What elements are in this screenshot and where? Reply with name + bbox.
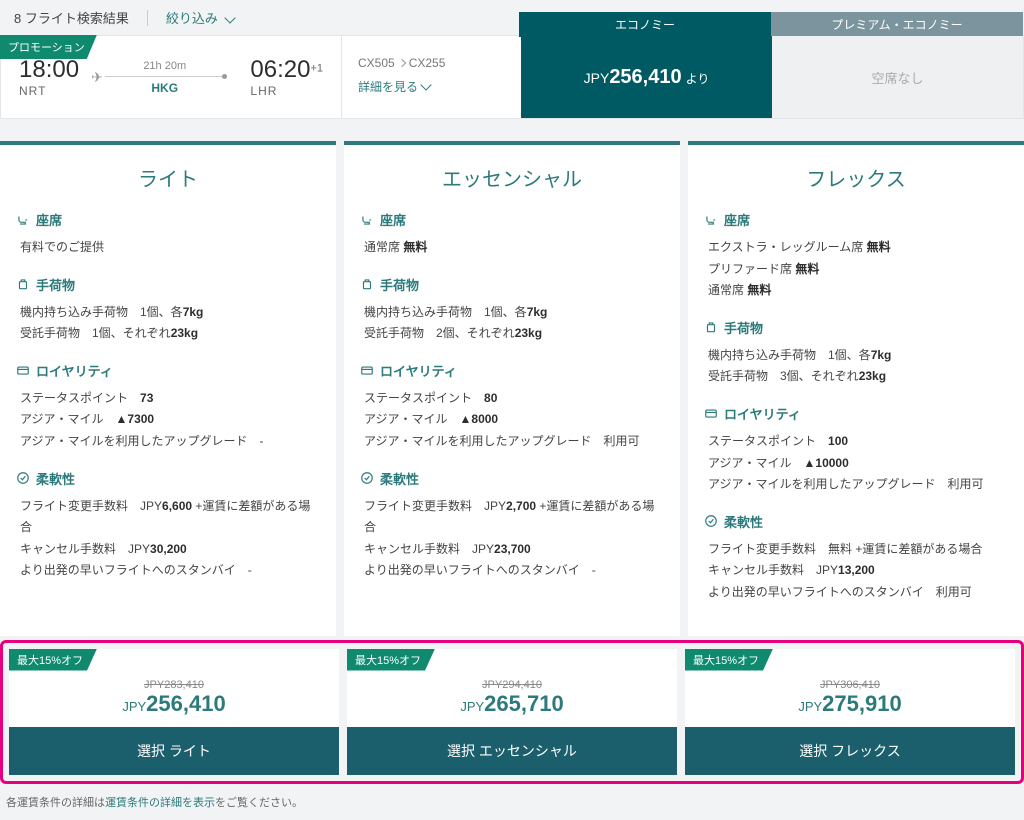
fare-title: ライト [0,145,336,210]
fare-title: フレックス [688,145,1024,210]
flight-codes: CX505CX255 詳細を見る [341,36,521,118]
old-price: JPY306,410 [820,679,880,691]
discount-badge: 最大15%オフ [685,649,773,671]
detail-link[interactable]: 詳細を見る [358,78,505,95]
discount-badge: 最大15%オフ [347,649,435,671]
results-count: 8 フライト検索結果 [14,8,129,27]
new-price: JPY275,910 [798,691,901,717]
price-highlight: 最大15%オフ JPY283,410 JPY256,410 選択 ライト最大15… [0,640,1024,784]
chevron-down-icon [224,12,235,23]
new-price: JPY256,410 [122,691,225,717]
fare-column: フレックス 座席エクストラ・レッグルーム席 無料プリファード席 無料通常席 無料… [688,141,1024,636]
select-button[interactable]: 選択 フレックス [685,727,1015,775]
divider [147,10,148,26]
price-block: 最大15%オフ JPY294,410 JPY265,710 選択 エッセンシャル [347,649,677,775]
departure: 18:00 NRT [19,56,79,98]
arrival: 06:20+1 LHR [250,56,323,98]
fare-column: ライト 座席有料でのご提供 手荷物機内持ち込み手荷物 1個、各7kg受託手荷物 … [0,141,336,636]
route: 21h 20m ✈ HKG [97,60,232,95]
old-price: JPY294,410 [482,679,542,691]
fare-rules-link[interactable]: 運賃条件の詳細を表示 [105,797,215,809]
fare-column: エッセンシャル 座席通常席 無料 手荷物機内持ち込み手荷物 1個、各7kg受託手… [344,141,680,636]
promo-badge: プロモーション [0,35,97,59]
new-price: JPY265,710 [460,691,563,717]
tab-premium-label: プレミアム・エコノミー [771,12,1023,37]
chevron-right-icon [397,59,405,67]
footnote: 各運賃条件の詳細は運賃条件の詳細を表示をご覧ください。 [0,784,1024,820]
discount-badge: 最大15%オフ [9,649,97,671]
plane-icon: ✈ [91,69,103,86]
select-button[interactable]: 選択 エッセンシャル [347,727,677,775]
old-price: JPY283,410 [144,679,204,691]
price-block: 最大15%オフ JPY283,410 JPY256,410 選択 ライト [9,649,339,775]
filter-button[interactable]: 絞り込み [166,8,234,27]
tab-premium[interactable]: 空席なし [772,36,1023,118]
flight-header: プロモーション エコノミー プレミアム・エコノミー 18:00 NRT 21h … [0,35,1024,119]
chevron-down-icon [420,79,431,90]
fare-title: エッセンシャル [344,145,680,210]
price-block: 最大15%オフ JPY306,410 JPY275,910 選択 フレックス [685,649,1015,775]
select-button[interactable]: 選択 ライト [9,727,339,775]
tab-economy-label: エコノミー [519,12,771,37]
tab-economy[interactable]: JPY256,410より [521,36,772,118]
